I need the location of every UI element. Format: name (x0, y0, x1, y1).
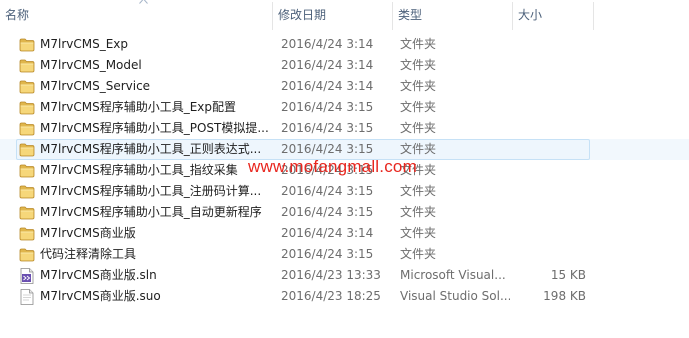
file-name: 代码注释清除工具 (40, 247, 137, 261)
folder-icon (19, 163, 35, 178)
folder-icon (19, 58, 35, 73)
file-row[interactable]: M7lrvCMS商业版.sln 2016/4/23 13:33 Microsoft … (0, 265, 689, 286)
file-name: M7lrvCMS程序辅助小工具_Exp配置 (40, 100, 237, 114)
file-type: Visual Studio Sol... (400, 289, 510, 303)
file-list-view: 名称 修改日期 类型 大小 M7lrvCMS_Exp 2016/4/24 3:14… (0, 0, 689, 338)
file-size (510, 76, 586, 97)
file-modified-date: 2016/4/24 3:15 (281, 247, 374, 261)
folder-icon (19, 121, 35, 136)
folder-icon (19, 100, 35, 115)
column-header-bar: 名称 修改日期 类型 大小 (0, 0, 689, 30)
file-name: M7lrvCMS程序辅助小工具_正则表达式... (40, 142, 262, 156)
file-modified-date: 2016/4/23 13:33 (281, 268, 381, 282)
file-type: 文件夹 (400, 121, 437, 135)
file-row[interactable]: M7lrvCMS商业版.suo 2016/4/23 18:25 Visual Stu… (0, 286, 689, 307)
file-row[interactable]: M7lrvCMS程序辅助小工具_注册码计算... 2016/4/24 3:15 文件… (0, 181, 689, 202)
file-row[interactable]: M7lrvCMS_Service 2016/4/24 3:14 文件夹 (0, 76, 689, 97)
file-size: 198 KB (543, 289, 586, 303)
file-modified-date: 2016/4/24 3:15 (281, 184, 374, 198)
file-row[interactable]: 代码注释清除工具 2016/4/24 3:15 文件夹 (0, 244, 689, 265)
column-header-name[interactable]: 名称 (0, 0, 272, 30)
column-header-type-label: 类型 (398, 8, 423, 22)
file-size (510, 55, 586, 76)
file-size (510, 139, 586, 160)
file-size (510, 97, 586, 118)
file-name: M7lrvCMS_Exp (40, 37, 129, 51)
sln-file-icon (19, 268, 35, 284)
file-name: M7lrvCMS_Model (40, 58, 142, 72)
file-name: M7lrvCMS_Service (40, 79, 151, 93)
file-type: Microsoft Visual... (400, 268, 506, 282)
file-name: M7lrvCMS商业版 (40, 226, 136, 240)
file-row[interactable]: M7lrvCMS商业版 2016/4/24 3:14 文件夹 (0, 223, 689, 244)
file-row[interactable]: M7lrvCMS程序辅助小工具_自动更新程序 2016/4/24 3:15 文件夹 (0, 202, 689, 223)
file-type: 文件夹 (400, 184, 437, 198)
file-modified-date: 2016/4/24 3:14 (281, 58, 374, 72)
column-divider[interactable] (593, 2, 594, 30)
folder-icon (19, 37, 35, 52)
file-size (510, 160, 586, 181)
file-modified-date: 2016/4/24 3:15 (281, 205, 374, 219)
file-row[interactable]: M7lrvCMS程序辅助小工具_POST模拟提... 2016/4/24 3:15… (0, 118, 689, 139)
column-header-size-label: 大小 (518, 8, 543, 22)
column-header-name-label: 名称 (5, 8, 30, 22)
folder-icon (19, 79, 35, 94)
file-type: 文件夹 (400, 79, 437, 93)
file-name: M7lrvCMS商业版.sln (40, 268, 157, 282)
watermark-text: www.mofangmall.com (248, 157, 417, 176)
folder-icon (19, 142, 35, 157)
file-modified-date: 2016/4/24 3:15 (281, 121, 374, 135)
file-type: 文件夹 (400, 226, 437, 240)
file-row[interactable]: M7lrvCMS程序辅助小工具_Exp配置 2016/4/24 3:15 文件夹 (0, 97, 689, 118)
file-name: M7lrvCMS商业版.suo (40, 289, 161, 303)
file-row[interactable]: M7lrvCMS_Exp 2016/4/24 3:14 文件夹 (0, 34, 689, 55)
file-name: M7lrvCMS程序辅助小工具_指纹采集 (40, 163, 238, 177)
column-header-date[interactable]: 修改日期 (273, 0, 392, 30)
file-row[interactable]: M7lrvCMS_Model 2016/4/24 3:14 文件夹 (0, 55, 689, 76)
sort-ascending-icon (139, 0, 148, 4)
folder-icon (19, 247, 35, 262)
column-header-type[interactable]: 类型 (393, 0, 512, 30)
file-modified-date: 2016/4/24 3:14 (281, 226, 374, 240)
folder-icon (19, 205, 35, 220)
file-modified-date: 2016/4/24 3:15 (281, 100, 374, 114)
file-type: 文件夹 (400, 37, 437, 51)
file-modified-date: 2016/4/24 3:14 (281, 79, 374, 93)
file-size (510, 181, 586, 202)
file-name: M7lrvCMS程序辅助小工具_自动更新程序 (40, 205, 262, 219)
suo-file-icon (19, 289, 35, 305)
file-type: 文件夹 (400, 205, 437, 219)
folder-icon (19, 184, 35, 199)
file-size (510, 223, 586, 244)
column-header-size[interactable]: 大小 (513, 0, 593, 30)
file-size (510, 118, 586, 139)
folder-icon (19, 226, 35, 241)
file-size (510, 34, 586, 55)
file-type: 文件夹 (400, 100, 437, 114)
file-type: 文件夹 (400, 247, 437, 261)
file-modified-date: 2016/4/24 3:14 (281, 37, 374, 51)
column-header-date-label: 修改日期 (278, 8, 327, 22)
file-size: 15 KB (550, 268, 586, 282)
file-name: M7lrvCMS程序辅助小工具_注册码计算... (40, 184, 262, 198)
file-modified-date: 2016/4/23 18:25 (281, 289, 381, 303)
file-type: 文件夹 (400, 58, 437, 72)
file-size (510, 202, 586, 223)
file-name: M7lrvCMS程序辅助小工具_POST模拟提... (40, 121, 268, 135)
file-size (510, 244, 586, 265)
